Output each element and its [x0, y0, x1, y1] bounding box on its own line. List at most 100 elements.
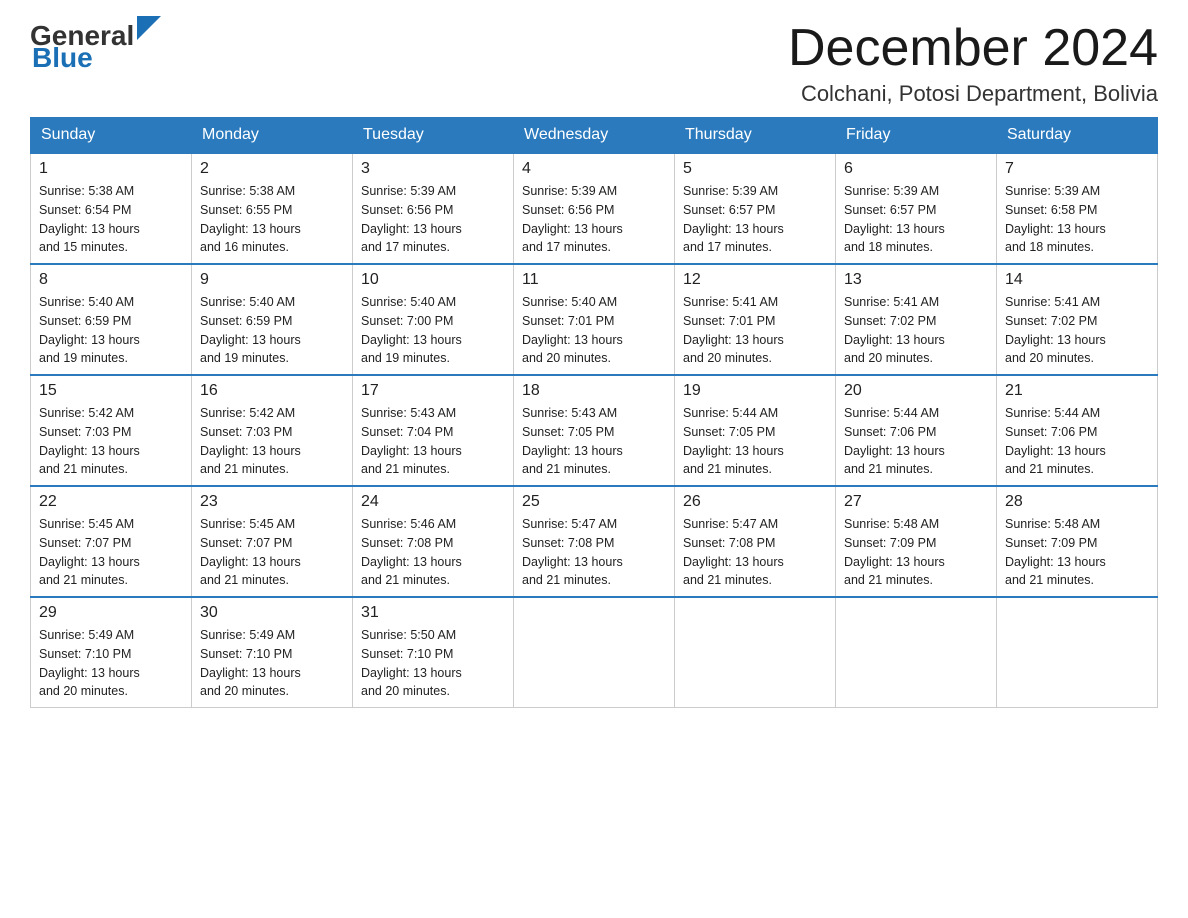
calendar-week-row: 1 Sunrise: 5:38 AM Sunset: 6:54 PM Dayli… [31, 153, 1158, 264]
day-number: 9 [200, 271, 344, 289]
day-number: 16 [200, 382, 344, 400]
calendar-cell: 12 Sunrise: 5:41 AM Sunset: 7:01 PM Dayl… [675, 264, 836, 375]
day-number: 17 [361, 382, 505, 400]
header-wednesday: Wednesday [514, 118, 675, 154]
day-number: 8 [39, 271, 183, 289]
calendar-cell: 2 Sunrise: 5:38 AM Sunset: 6:55 PM Dayli… [192, 153, 353, 264]
calendar-cell: 13 Sunrise: 5:41 AM Sunset: 7:02 PM Dayl… [836, 264, 997, 375]
day-number: 26 [683, 493, 827, 511]
header-sunday: Sunday [31, 118, 192, 154]
calendar-table: Sunday Monday Tuesday Wednesday Thursday… [30, 117, 1158, 708]
day-info: Sunrise: 5:47 AM Sunset: 7:08 PM Dayligh… [683, 515, 827, 590]
day-info: Sunrise: 5:47 AM Sunset: 7:08 PM Dayligh… [522, 515, 666, 590]
header-monday: Monday [192, 118, 353, 154]
day-number: 4 [522, 160, 666, 178]
day-info: Sunrise: 5:40 AM Sunset: 7:00 PM Dayligh… [361, 293, 505, 368]
day-info: Sunrise: 5:38 AM Sunset: 6:55 PM Dayligh… [200, 182, 344, 257]
calendar-cell: 3 Sunrise: 5:39 AM Sunset: 6:56 PM Dayli… [353, 153, 514, 264]
calendar-cell [514, 597, 675, 708]
day-number: 24 [361, 493, 505, 511]
calendar-cell: 26 Sunrise: 5:47 AM Sunset: 7:08 PM Dayl… [675, 486, 836, 597]
day-number: 23 [200, 493, 344, 511]
day-info: Sunrise: 5:48 AM Sunset: 7:09 PM Dayligh… [844, 515, 988, 590]
day-info: Sunrise: 5:41 AM Sunset: 7:02 PM Dayligh… [844, 293, 988, 368]
logo-triangle-icon [137, 16, 161, 40]
logo-blue-text: Blue [32, 42, 93, 74]
day-info: Sunrise: 5:42 AM Sunset: 7:03 PM Dayligh… [39, 404, 183, 479]
calendar-cell: 10 Sunrise: 5:40 AM Sunset: 7:00 PM Dayl… [353, 264, 514, 375]
calendar-cell: 14 Sunrise: 5:41 AM Sunset: 7:02 PM Dayl… [997, 264, 1158, 375]
day-number: 2 [200, 160, 344, 178]
day-info: Sunrise: 5:48 AM Sunset: 7:09 PM Dayligh… [1005, 515, 1149, 590]
calendar-cell [675, 597, 836, 708]
day-info: Sunrise: 5:39 AM Sunset: 6:57 PM Dayligh… [844, 182, 988, 257]
day-number: 19 [683, 382, 827, 400]
month-title: December 2024 [788, 20, 1158, 77]
day-info: Sunrise: 5:46 AM Sunset: 7:08 PM Dayligh… [361, 515, 505, 590]
calendar-cell: 31 Sunrise: 5:50 AM Sunset: 7:10 PM Dayl… [353, 597, 514, 708]
day-number: 5 [683, 160, 827, 178]
calendar-cell [997, 597, 1158, 708]
calendar-cell: 7 Sunrise: 5:39 AM Sunset: 6:58 PM Dayli… [997, 153, 1158, 264]
calendar-cell: 9 Sunrise: 5:40 AM Sunset: 6:59 PM Dayli… [192, 264, 353, 375]
day-info: Sunrise: 5:40 AM Sunset: 6:59 PM Dayligh… [39, 293, 183, 368]
day-info: Sunrise: 5:39 AM Sunset: 6:56 PM Dayligh… [522, 182, 666, 257]
day-number: 1 [39, 160, 183, 178]
calendar-week-row: 8 Sunrise: 5:40 AM Sunset: 6:59 PM Dayli… [31, 264, 1158, 375]
day-number: 12 [683, 271, 827, 289]
calendar-cell: 24 Sunrise: 5:46 AM Sunset: 7:08 PM Dayl… [353, 486, 514, 597]
day-number: 15 [39, 382, 183, 400]
day-info: Sunrise: 5:43 AM Sunset: 7:05 PM Dayligh… [522, 404, 666, 479]
calendar-cell: 1 Sunrise: 5:38 AM Sunset: 6:54 PM Dayli… [31, 153, 192, 264]
header-friday: Friday [836, 118, 997, 154]
calendar-week-row: 22 Sunrise: 5:45 AM Sunset: 7:07 PM Dayl… [31, 486, 1158, 597]
weekday-header-row: Sunday Monday Tuesday Wednesday Thursday… [31, 118, 1158, 154]
day-number: 29 [39, 604, 183, 622]
day-number: 22 [39, 493, 183, 511]
calendar-body: 1 Sunrise: 5:38 AM Sunset: 6:54 PM Dayli… [31, 153, 1158, 708]
day-number: 18 [522, 382, 666, 400]
day-info: Sunrise: 5:42 AM Sunset: 7:03 PM Dayligh… [200, 404, 344, 479]
day-info: Sunrise: 5:44 AM Sunset: 7:05 PM Dayligh… [683, 404, 827, 479]
calendar-cell: 16 Sunrise: 5:42 AM Sunset: 7:03 PM Dayl… [192, 375, 353, 486]
calendar-cell [836, 597, 997, 708]
day-info: Sunrise: 5:49 AM Sunset: 7:10 PM Dayligh… [39, 626, 183, 701]
calendar-cell: 27 Sunrise: 5:48 AM Sunset: 7:09 PM Dayl… [836, 486, 997, 597]
day-number: 10 [361, 271, 505, 289]
day-info: Sunrise: 5:39 AM Sunset: 6:57 PM Dayligh… [683, 182, 827, 257]
day-number: 14 [1005, 271, 1149, 289]
day-number: 21 [1005, 382, 1149, 400]
title-area: December 2024 Colchani, Potosi Departmen… [788, 20, 1158, 107]
calendar-cell: 5 Sunrise: 5:39 AM Sunset: 6:57 PM Dayli… [675, 153, 836, 264]
header-thursday: Thursday [675, 118, 836, 154]
day-info: Sunrise: 5:39 AM Sunset: 6:58 PM Dayligh… [1005, 182, 1149, 257]
day-info: Sunrise: 5:39 AM Sunset: 6:56 PM Dayligh… [361, 182, 505, 257]
header-saturday: Saturday [997, 118, 1158, 154]
page-header: General Blue December 2024 Colchani, Pot… [30, 20, 1158, 107]
day-info: Sunrise: 5:41 AM Sunset: 7:02 PM Dayligh… [1005, 293, 1149, 368]
location-title: Colchani, Potosi Department, Bolivia [788, 81, 1158, 107]
calendar-cell: 21 Sunrise: 5:44 AM Sunset: 7:06 PM Dayl… [997, 375, 1158, 486]
calendar-cell: 4 Sunrise: 5:39 AM Sunset: 6:56 PM Dayli… [514, 153, 675, 264]
day-number: 13 [844, 271, 988, 289]
day-info: Sunrise: 5:45 AM Sunset: 7:07 PM Dayligh… [200, 515, 344, 590]
calendar-cell: 20 Sunrise: 5:44 AM Sunset: 7:06 PM Dayl… [836, 375, 997, 486]
day-number: 3 [361, 160, 505, 178]
calendar-week-row: 29 Sunrise: 5:49 AM Sunset: 7:10 PM Dayl… [31, 597, 1158, 708]
day-number: 25 [522, 493, 666, 511]
calendar-cell: 11 Sunrise: 5:40 AM Sunset: 7:01 PM Dayl… [514, 264, 675, 375]
day-info: Sunrise: 5:50 AM Sunset: 7:10 PM Dayligh… [361, 626, 505, 701]
day-number: 30 [200, 604, 344, 622]
calendar-cell: 17 Sunrise: 5:43 AM Sunset: 7:04 PM Dayl… [353, 375, 514, 486]
day-info: Sunrise: 5:43 AM Sunset: 7:04 PM Dayligh… [361, 404, 505, 479]
calendar-cell: 19 Sunrise: 5:44 AM Sunset: 7:05 PM Dayl… [675, 375, 836, 486]
logo-area: General Blue [30, 20, 159, 74]
calendar-cell: 22 Sunrise: 5:45 AM Sunset: 7:07 PM Dayl… [31, 486, 192, 597]
day-number: 7 [1005, 160, 1149, 178]
calendar-cell: 15 Sunrise: 5:42 AM Sunset: 7:03 PM Dayl… [31, 375, 192, 486]
day-info: Sunrise: 5:49 AM Sunset: 7:10 PM Dayligh… [200, 626, 344, 701]
day-info: Sunrise: 5:40 AM Sunset: 7:01 PM Dayligh… [522, 293, 666, 368]
calendar-cell: 25 Sunrise: 5:47 AM Sunset: 7:08 PM Dayl… [514, 486, 675, 597]
day-number: 11 [522, 271, 666, 289]
calendar-cell: 28 Sunrise: 5:48 AM Sunset: 7:09 PM Dayl… [997, 486, 1158, 597]
